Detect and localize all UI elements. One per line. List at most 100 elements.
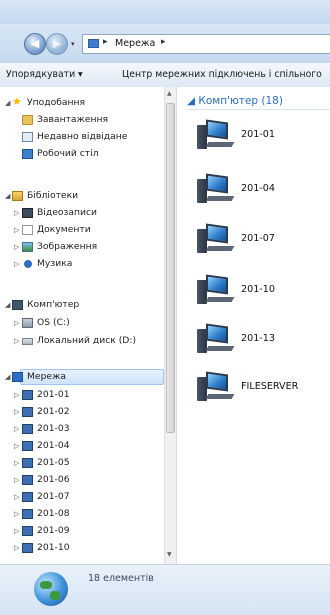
collapse-arrow-icon[interactable]: ▷ bbox=[14, 540, 19, 556]
tree-item-pc[interactable]: ▷ 201-03 bbox=[0, 421, 164, 437]
tree-label: Зображення bbox=[37, 241, 98, 252]
collapse-arrow-icon[interactable]: ▷ bbox=[14, 472, 19, 488]
group-header[interactable]: ◢ Комп'ютер (18) bbox=[187, 95, 283, 107]
tree-label: 201-02 bbox=[37, 406, 70, 417]
collapse-arrow-icon[interactable]: ▷ bbox=[14, 489, 19, 505]
organize-menu[interactable]: Упорядкувати ▾ bbox=[6, 69, 83, 80]
network-computer-item[interactable]: 201-07 bbox=[197, 221, 327, 261]
tree-item-pictures[interactable]: ▷ Зображення bbox=[0, 239, 164, 255]
breadcrumb-network[interactable]: Мережа bbox=[115, 38, 155, 49]
network-computer-item[interactable]: FILESERVER bbox=[197, 369, 327, 409]
tree-label: 201-03 bbox=[37, 423, 70, 434]
title-bar bbox=[0, 0, 330, 25]
group-divider bbox=[187, 109, 330, 110]
tree-label: Документи bbox=[37, 224, 91, 235]
scroll-down-icon[interactable]: ▼ bbox=[167, 551, 172, 558]
computer-icon bbox=[22, 526, 33, 536]
content-pane: ◢ Комп'ютер (18) 201-01 201-04 201-07 20… bbox=[177, 87, 330, 564]
item-label: 201-04 bbox=[241, 183, 275, 194]
tree-item-pc[interactable]: ▷ 201-05 bbox=[0, 455, 164, 471]
item-count: 18 елементів bbox=[88, 573, 154, 584]
scrollbar-thumb[interactable] bbox=[166, 103, 175, 433]
collapse-arrow-icon[interactable]: ▷ bbox=[14, 205, 19, 221]
collapse-arrow-icon[interactable]: ▷ bbox=[14, 523, 19, 539]
tree-label: OS (C:) bbox=[37, 317, 70, 328]
address-row: ◀ ▶ ▾ ▸ Мережа ▸ bbox=[0, 24, 330, 62]
tree-label: Мережа bbox=[27, 371, 66, 382]
documents-icon bbox=[22, 225, 33, 235]
tree-label: 201-07 bbox=[37, 491, 70, 502]
forward-arrow-icon: ▶ bbox=[52, 37, 62, 50]
tree-item-pc[interactable]: ▷ 201-04 bbox=[0, 438, 164, 454]
tree-item-drive-d[interactable]: ▷ Локальний диск (D:) bbox=[0, 333, 164, 349]
computer-icon bbox=[22, 475, 33, 485]
collapse-arrow-icon[interactable]: ▷ bbox=[14, 421, 19, 437]
group-title: Комп'ютер (18) bbox=[198, 95, 283, 107]
network-computer-item[interactable]: 201-10 bbox=[197, 272, 327, 312]
tree-item-music[interactable]: ▷ Музика bbox=[0, 256, 164, 272]
videos-icon bbox=[22, 208, 33, 218]
expand-arrow-icon[interactable]: ◢ bbox=[5, 297, 10, 313]
network-globe-icon bbox=[34, 572, 68, 606]
tree-libraries[interactable]: ◢ Бібліотеки bbox=[0, 188, 164, 204]
network-computer-item[interactable]: 201-04 bbox=[197, 171, 327, 211]
tree-item-pc[interactable]: ▷ 201-09 bbox=[0, 523, 164, 539]
tree-item-pc[interactable]: ▷ 201-07 bbox=[0, 489, 164, 505]
collapse-arrow-icon[interactable]: ▷ bbox=[14, 506, 19, 522]
tree-item-pc[interactable]: ▷ 201-01 bbox=[0, 387, 164, 403]
tree-item-documents[interactable]: ▷ Документи bbox=[0, 222, 164, 238]
breadcrumb-separator[interactable]: ▸ bbox=[161, 37, 166, 47]
expand-arrow-icon[interactable]: ◢ bbox=[5, 95, 10, 111]
network-center-button[interactable]: Центр мережних підключень і спільного bbox=[122, 69, 322, 80]
tree-favorites[interactable]: ◢ ★ Уподобання bbox=[0, 95, 164, 111]
expand-arrow-icon[interactable]: ◢ bbox=[5, 188, 10, 204]
tree-item-recent[interactable]: Недавно відвідане bbox=[0, 129, 164, 145]
computer-icon bbox=[22, 543, 33, 553]
item-label: 201-13 bbox=[241, 333, 275, 344]
tree-item-pc[interactable]: ▷ 201-02 bbox=[0, 404, 164, 420]
tree-item-drive-c[interactable]: ▷ OS (C:) bbox=[0, 315, 164, 331]
tree-item-desktop[interactable]: Робочий стіл bbox=[0, 146, 164, 162]
back-button[interactable]: ◀ bbox=[24, 33, 46, 55]
tree-label: Недавно відвідане bbox=[37, 131, 128, 142]
breadcrumb-separator[interactable]: ▸ bbox=[103, 37, 108, 47]
star-icon: ★ bbox=[12, 95, 22, 108]
tree-item-videos[interactable]: ▷ Відеозаписи bbox=[0, 205, 164, 221]
item-label: 201-07 bbox=[241, 233, 275, 244]
tree-label: 201-04 bbox=[37, 440, 70, 451]
collapse-arrow-icon[interactable]: ▷ bbox=[14, 256, 19, 272]
computer-icon bbox=[22, 492, 33, 502]
collapse-arrow-icon[interactable]: ▷ bbox=[14, 333, 19, 349]
tree-network[interactable]: ◢ Мережа bbox=[0, 369, 164, 385]
item-label: 201-01 bbox=[241, 129, 275, 140]
network-computer-item[interactable]: 201-13 bbox=[197, 321, 327, 361]
back-arrow-icon: ◀ bbox=[30, 37, 40, 50]
tree-item-pc[interactable]: ▷ 201-10 bbox=[0, 540, 164, 556]
tree-item-downloads[interactable]: Завантаження bbox=[0, 112, 164, 128]
recent-pages-dropdown[interactable]: ▾ bbox=[71, 40, 79, 48]
nav-scrollbar[interactable]: ▲ ▼ bbox=[164, 87, 176, 564]
tree-computer[interactable]: ◢ Комп'ютер bbox=[0, 297, 164, 313]
collapse-arrow-icon[interactable]: ▷ bbox=[14, 239, 19, 255]
collapse-arrow-icon[interactable]: ▷ bbox=[14, 315, 19, 331]
network-icon bbox=[12, 372, 23, 382]
tree-label: Завантаження bbox=[37, 114, 109, 125]
tree-label: 201-05 bbox=[37, 457, 70, 468]
computer-icon bbox=[197, 171, 239, 207]
expand-arrow-icon[interactable]: ◢ bbox=[5, 369, 10, 385]
collapse-arrow-icon[interactable]: ▷ bbox=[14, 438, 19, 454]
tree-item-pc[interactable]: ▷ 201-06 bbox=[0, 472, 164, 488]
collapse-arrow-icon[interactable]: ▷ bbox=[14, 404, 19, 420]
address-bar[interactable]: ▸ Мережа ▸ bbox=[82, 34, 330, 54]
collapse-arrow-icon[interactable]: ▷ bbox=[14, 387, 19, 403]
forward-button[interactable]: ▶ bbox=[46, 33, 68, 55]
tree-item-pc[interactable]: ▷ 201-08 bbox=[0, 506, 164, 522]
collapse-arrow-icon[interactable]: ▷ bbox=[14, 455, 19, 471]
collapse-arrow-icon[interactable]: ▷ bbox=[14, 222, 19, 238]
collapse-group-icon[interactable]: ◢ bbox=[187, 95, 198, 107]
music-icon bbox=[24, 260, 32, 268]
tree-label: Комп'ютер bbox=[27, 299, 80, 310]
tree-label: Музика bbox=[37, 258, 73, 269]
scroll-up-icon[interactable]: ▲ bbox=[167, 90, 172, 97]
network-computer-item[interactable]: 201-01 bbox=[197, 117, 327, 157]
